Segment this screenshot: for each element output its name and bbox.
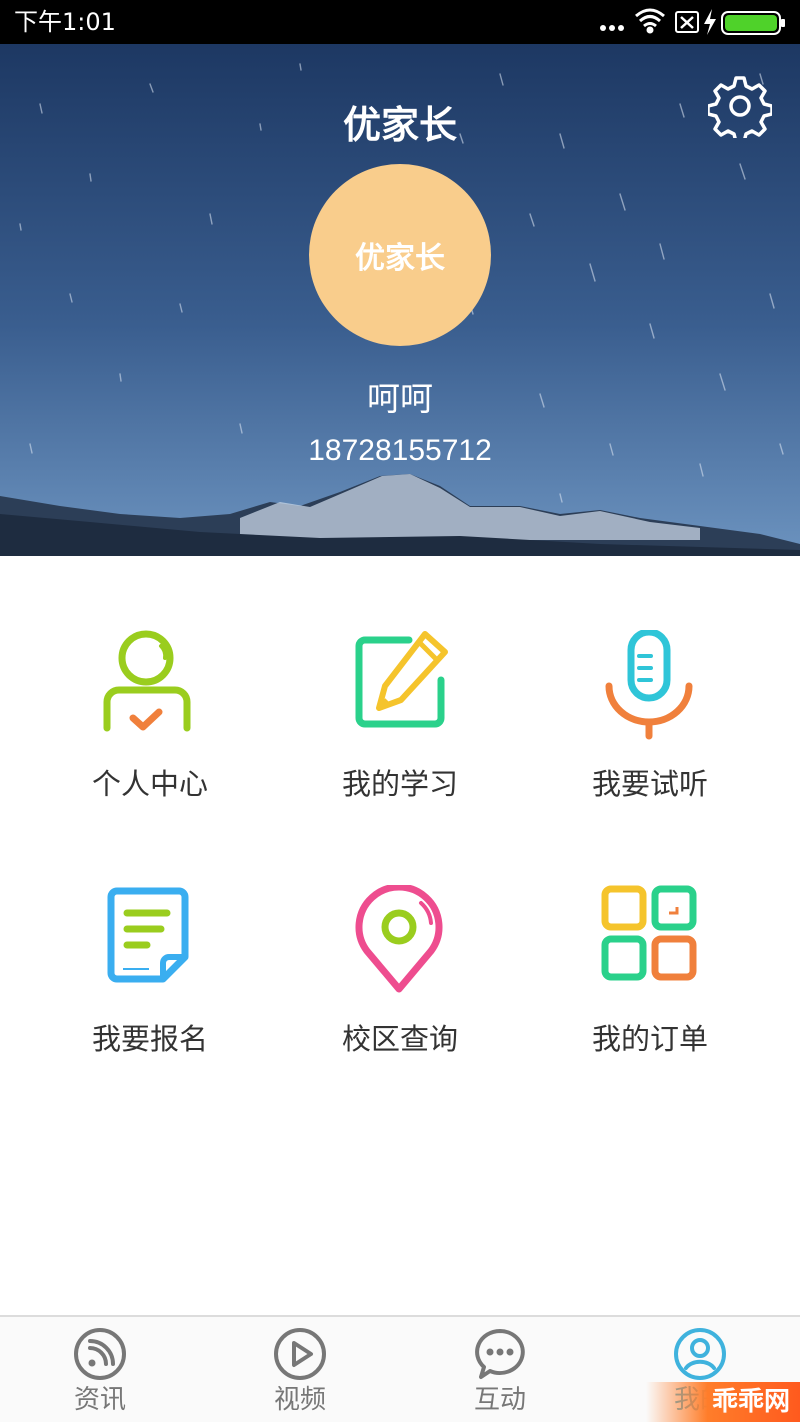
- more-dots-icon: [600, 25, 624, 31]
- no-sim-icon: [675, 11, 699, 33]
- grid-label: 个人中心: [91, 767, 208, 801]
- nav-label: 资讯: [73, 1385, 126, 1415]
- chat-bubble-icon: [475, 1329, 525, 1379]
- play-icon: [274, 1328, 326, 1380]
- status-time: 下午1:01: [14, 8, 116, 36]
- avatar[interactable]: 优家长: [309, 164, 491, 346]
- nav-tab-news[interactable]: 资讯: [0, 1317, 200, 1424]
- grid-item-personal-center[interactable]: 个人中心: [25, 630, 275, 830]
- settings-gear-icon[interactable]: [708, 74, 772, 138]
- nav-label: 视频: [273, 1385, 326, 1415]
- grid-item-my-study[interactable]: 我的学习: [275, 630, 525, 830]
- grid-item-my-orders[interactable]: 我的订单: [525, 885, 775, 1085]
- wifi-icon: [635, 8, 665, 34]
- grid-label: 校区查询: [341, 1022, 458, 1056]
- rss-icon: [74, 1328, 126, 1380]
- nav-tab-interaction[interactable]: 互动: [400, 1317, 600, 1424]
- user-phone: 18728155712: [308, 434, 492, 467]
- microphone-icon: [605, 630, 693, 740]
- nav-label: 互动: [473, 1385, 526, 1415]
- watermark: 乖乖网: [646, 1382, 800, 1422]
- grid-label: 我要试听: [591, 767, 708, 801]
- user-circle-icon: [674, 1328, 726, 1380]
- status-bar: 下午1:01: [0, 0, 800, 44]
- grid-item-enroll[interactable]: 我要报名: [25, 885, 275, 1085]
- battery-icon: [721, 11, 785, 35]
- status-icons: [600, 8, 785, 35]
- pencil-note-icon: [355, 631, 448, 728]
- user-name: 呵呵: [367, 379, 433, 418]
- grid-item-trial-class[interactable]: 我要试听: [525, 630, 775, 830]
- avatar-text: 优家长: [355, 241, 445, 276]
- person-icon: [103, 630, 191, 732]
- charging-icon: [704, 9, 716, 35]
- nav-tab-video[interactable]: 视频: [200, 1317, 400, 1424]
- grid-label: 我的学习: [341, 767, 458, 801]
- grid-label: 我要报名: [91, 1022, 208, 1056]
- app-title: 优家长: [342, 103, 457, 147]
- document-icon: [107, 887, 189, 983]
- grid-label: 我的订单: [591, 1022, 708, 1056]
- location-pin-icon: [355, 885, 443, 993]
- profile-header: 优家长 优家长 呵呵 18728155712: [0, 44, 800, 556]
- grid-item-campus-search[interactable]: 校区查询: [275, 885, 525, 1085]
- grid-order-icon: [601, 885, 697, 981]
